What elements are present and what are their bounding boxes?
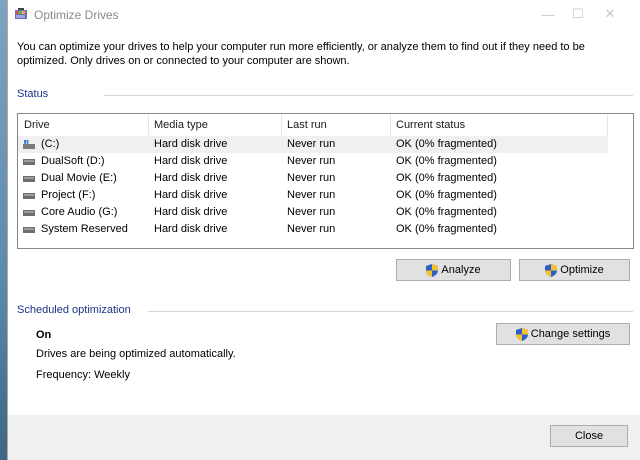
column-header-current-status[interactable]: Current status [390,114,465,136]
drive-name: System Reserved [41,223,128,235]
title-bar[interactable]: Optimize Drives — ☐ ✕ [8,0,640,28]
drive-media-type: Hard disk drive [154,223,228,235]
drive-media-type: Hard disk drive [154,206,228,218]
drive-row[interactable]: Project (F:) Hard disk drive Never run O… [18,187,608,204]
drive-name: Dual Movie (E:) [41,172,117,184]
drives-list[interactable]: Drive Media type Last run Current status… [17,113,634,249]
analyze-button[interactable]: Analyze [396,259,511,281]
column-header-last-run[interactable]: Last run [281,114,327,136]
optimize-button[interactable]: Optimize [519,259,630,281]
optimize-drives-window: Optimize Drives — ☐ ✕ You can optimize y… [7,0,640,460]
uac-shield-icon [515,327,528,341]
drive-media-type: Hard disk drive [154,172,228,184]
maximize-button[interactable]: ☐ [563,0,593,28]
drive-last-run: Never run [287,155,336,167]
uac-shield-icon [426,263,439,277]
column-separator[interactable] [607,115,608,135]
drive-row[interactable]: (C:) Hard disk drive Never run OK (0% fr… [18,136,608,153]
intro-text: You can optimize your drives to help you… [17,41,585,67]
drive-last-run: Never run [287,206,336,218]
drive-media-type: Hard disk drive [154,138,228,150]
drive-name: (C:) [41,138,60,150]
scheduled-divider [148,311,633,312]
schedule-state: On [36,329,52,341]
hard-drive-icon [23,176,35,182]
optimize-button-label: Optimize [560,264,604,276]
drive-last-run: Never run [287,138,336,150]
status-section-label: Status [17,88,49,100]
drive-current-status: OK (0% fragmented) [396,189,497,201]
defrag-app-icon [15,8,27,19]
schedule-description: Drives are being optimized automatically… [36,348,236,360]
drive-row[interactable]: Dual Movie (E:) Hard disk drive Never ru… [18,170,608,187]
drive-row[interactable]: Core Audio (G:) Hard disk drive Never ru… [18,204,608,221]
footer-bar: Close [8,415,640,460]
schedule-frequency: Frequency: Weekly [36,369,130,381]
system-drive-icon [23,140,35,149]
scheduled-section-label: Scheduled optimization [17,304,131,316]
close-button-label: Close [574,430,604,442]
drives-list-header: Drive Media type Last run Current status [18,114,633,136]
drive-row[interactable]: System Reserved Hard disk drive Never ru… [18,221,608,238]
drive-row[interactable]: DualSoft (D:) Hard disk drive Never run … [18,153,608,170]
close-window-button[interactable]: ✕ [595,0,625,28]
uac-shield-icon [545,263,558,277]
drive-current-status: OK (0% fragmented) [396,206,497,218]
hard-drive-icon [23,159,35,165]
hard-drive-icon [23,227,35,233]
drive-last-run: Never run [287,223,336,235]
drive-name: Core Audio (G:) [41,206,118,218]
column-header-media-type[interactable]: Media type [148,114,208,136]
drive-current-status: OK (0% fragmented) [396,155,497,167]
analyze-button-label: Analyze [441,264,481,276]
change-settings-label: Change settings [530,328,611,340]
drive-last-run: Never run [287,189,336,201]
minimize-button[interactable]: — [533,0,563,28]
drive-media-type: Hard disk drive [154,155,228,167]
drive-current-status: OK (0% fragmented) [396,172,497,184]
column-header-drive[interactable]: Drive [18,114,50,136]
hard-drive-icon [23,210,35,216]
drive-media-type: Hard disk drive [154,189,228,201]
drive-name: DualSoft (D:) [41,155,105,167]
hard-drive-icon [23,193,35,199]
drive-current-status: OK (0% fragmented) [396,223,497,235]
drive-name: Project (F:) [41,189,96,201]
drive-last-run: Never run [287,172,336,184]
close-button[interactable]: Close [550,425,628,447]
drive-current-status: OK (0% fragmented) [396,138,497,150]
status-divider [104,95,633,96]
change-settings-button[interactable]: Change settings [496,323,630,345]
window-title: Optimize Drives [34,8,119,22]
